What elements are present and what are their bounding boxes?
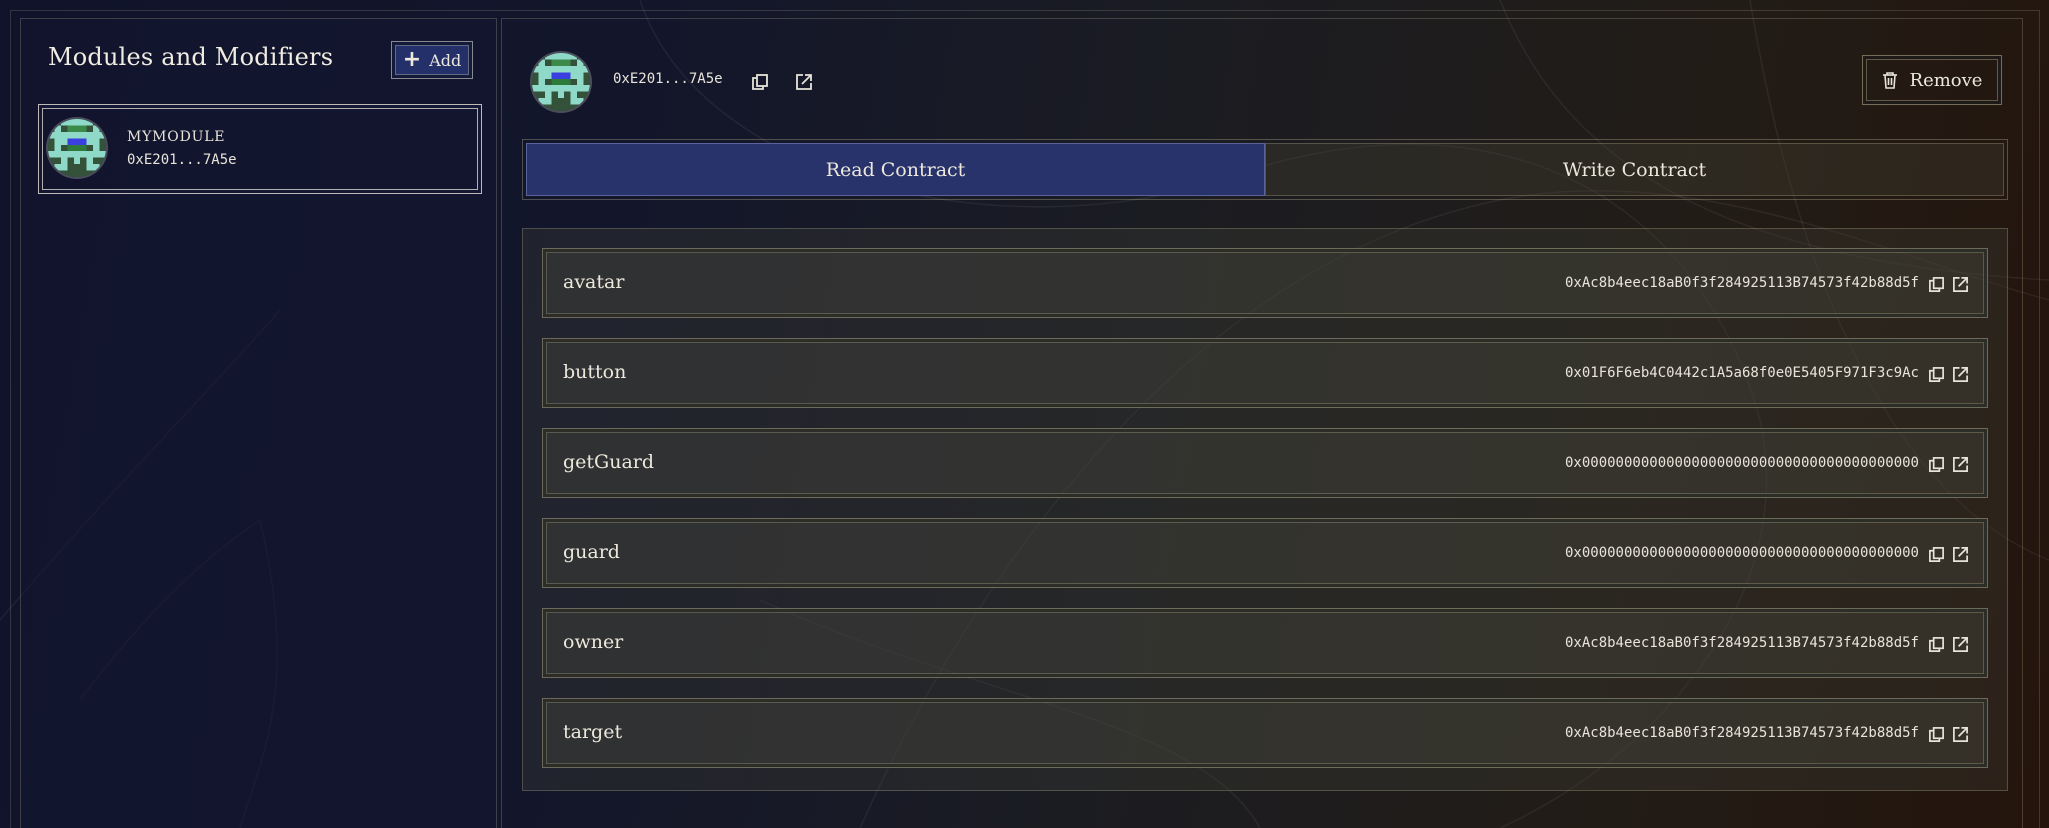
field-row-avatar: avatar 0xAc8b4eec18aB0f3f284925113B74573… — [542, 248, 1988, 318]
module-address: 0xE201...7A5e — [127, 152, 237, 168]
copy-icon[interactable] — [1925, 453, 1947, 475]
external-link-icon[interactable] — [1949, 453, 1971, 475]
field-row-getguard: getGuard 0x00000000000000000000000000000… — [542, 428, 1988, 498]
field-row-guard: guard 0x00000000000000000000000000000000… — [542, 518, 1988, 588]
field-name: getGuard — [563, 451, 655, 473]
field-name: avatar — [563, 271, 625, 293]
trash-icon — [1882, 72, 1897, 89]
contract-panel: 0xE201...7A5e Remove Read Contract Write… — [501, 18, 2023, 828]
contract-avatar — [532, 53, 590, 111]
copy-icon[interactable] — [1925, 543, 1947, 565]
copy-icon[interactable] — [1925, 273, 1947, 295]
copy-icon[interactable] — [749, 71, 771, 93]
field-row-owner: owner 0xAc8b4eec18aB0f3f284925113B74573f… — [542, 608, 1988, 678]
contract-tabs: Read Contract Write Contract — [522, 139, 2008, 200]
external-link-icon[interactable] — [1949, 633, 1971, 655]
external-link-icon[interactable] — [1949, 363, 1971, 385]
field-value: 0x00000000000000000000000000000000000000… — [1564, 455, 1919, 471]
add-button-label: Add — [429, 50, 462, 70]
copy-icon[interactable] — [1925, 723, 1947, 745]
remove-button[interactable]: Remove — [1862, 55, 2002, 105]
module-list-item[interactable]: MYMODULE 0xE201...7A5e — [38, 104, 482, 194]
modules-sidebar: Modules and Modifiers + Add MYMODULE 0xE… — [20, 18, 497, 828]
copy-icon[interactable] — [1925, 633, 1947, 655]
field-value: 0xAc8b4eec18aB0f3f284925113B74573f42b88d… — [1564, 725, 1919, 741]
plus-icon: + — [402, 47, 422, 72]
remove-button-label: Remove — [1909, 69, 1983, 91]
external-link-icon[interactable] — [793, 71, 815, 93]
module-name: MYMODULE — [127, 129, 226, 145]
field-row-target: target 0xAc8b4eec18aB0f3f284925113B74573… — [542, 698, 1988, 768]
external-link-icon[interactable] — [1949, 723, 1971, 745]
field-row-button: button 0x01F6F6eb4C0442c1A5a68f0e0E5405F… — [542, 338, 1988, 408]
contract-address: 0xE201...7A5e — [613, 71, 723, 87]
field-name: guard — [563, 541, 620, 563]
tab-write-contract[interactable]: Write Contract — [1265, 143, 2004, 196]
field-name: button — [563, 361, 627, 383]
field-name: owner — [563, 631, 624, 653]
field-value: 0x01F6F6eb4C0442c1A5a68f0e0E5405F971F3c9… — [1564, 365, 1919, 381]
copy-icon[interactable] — [1925, 363, 1947, 385]
field-value: 0xAc8b4eec18aB0f3f284925113B74573f42b88d… — [1564, 635, 1919, 651]
read-fields-list: avatar 0xAc8b4eec18aB0f3f284925113B74573… — [522, 228, 2008, 791]
external-link-icon[interactable] — [1949, 273, 1971, 295]
field-value: 0xAc8b4eec18aB0f3f284925113B74573f42b88d… — [1564, 275, 1919, 291]
external-link-icon[interactable] — [1949, 543, 1971, 565]
tab-read-contract[interactable]: Read Contract — [526, 143, 1265, 196]
field-value: 0x00000000000000000000000000000000000000… — [1564, 545, 1919, 561]
sidebar-title: Modules and Modifiers — [48, 43, 334, 71]
module-avatar — [48, 119, 106, 177]
field-name: target — [563, 721, 623, 743]
add-module-button[interactable]: + Add — [391, 41, 473, 79]
